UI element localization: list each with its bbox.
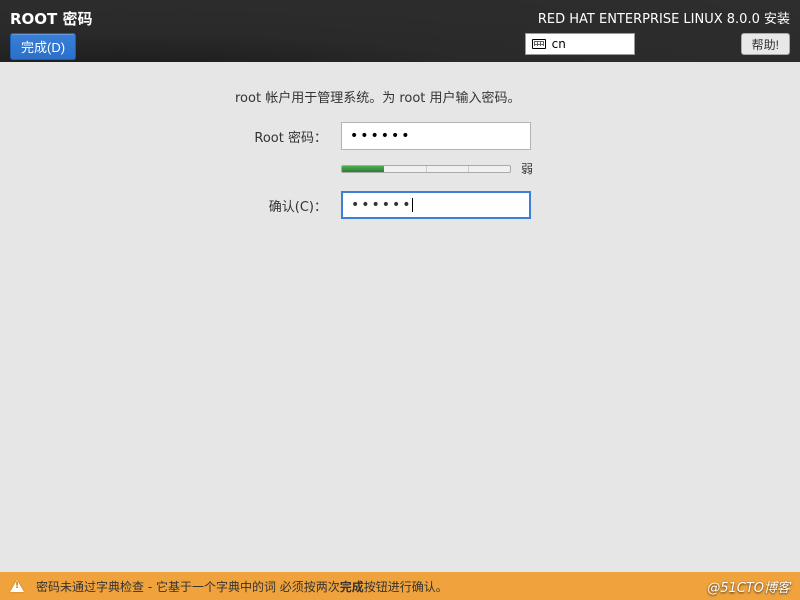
- header-bar: ROOT 密码 完成(D) RED HAT ENTERPRISE LINUX 8…: [0, 0, 800, 62]
- header-controls: cn 帮助!: [525, 33, 790, 55]
- help-button[interactable]: 帮助!: [741, 33, 790, 55]
- main-content: root 帐户用于管理系统。为 root 用户输入密码。 Root 密码： 弱 …: [0, 62, 800, 239]
- keyboard-layout-value: cn: [552, 37, 566, 51]
- confirm-label: 确认(C)：: [235, 196, 341, 215]
- warning-prefix: 密码未通过字典检查 - 它基于一个字典中的词 必须按两次: [36, 580, 340, 594]
- warning-bar: 密码未通过字典检查 - 它基于一个字典中的词 必须按两次完成按钮进行确认。 @5…: [0, 572, 800, 600]
- watermark: @51CTO博客: [707, 577, 790, 596]
- confirm-row: 确认(C)： ••••••: [235, 191, 750, 219]
- password-strength-label: 弱: [521, 160, 533, 177]
- password-strength-row: 弱: [341, 160, 750, 177]
- password-strength-fill: [342, 166, 384, 172]
- keyboard-icon: [532, 39, 546, 49]
- password-label: Root 密码：: [235, 127, 341, 146]
- confirm-password-value: ••••••: [351, 197, 413, 213]
- page-title: ROOT 密码: [10, 8, 93, 29]
- confirm-password-input[interactable]: ••••••: [341, 191, 531, 219]
- header-left: ROOT 密码 完成(D): [10, 8, 93, 60]
- warning-suffix: 按钮进行确认。: [364, 580, 448, 594]
- password-row: Root 密码：: [235, 122, 750, 150]
- form-description: root 帐户用于管理系统。为 root 用户输入密码。: [235, 87, 750, 106]
- text-cursor: [412, 198, 413, 212]
- root-password-input[interactable]: [341, 122, 531, 150]
- password-strength-meter: [341, 165, 511, 173]
- warning-text: 密码未通过字典检查 - 它基于一个字典中的词 必须按两次完成按钮进行确认。: [36, 578, 448, 595]
- header-right: RED HAT ENTERPRISE LINUX 8.0.0 安装 cn 帮助!: [525, 8, 790, 55]
- keyboard-layout-selector[interactable]: cn: [525, 33, 635, 55]
- installer-title: RED HAT ENTERPRISE LINUX 8.0.0 安装: [525, 8, 790, 27]
- done-button[interactable]: 完成(D): [10, 33, 76, 60]
- warning-icon: [10, 580, 24, 592]
- warning-bold: 完成: [340, 580, 364, 594]
